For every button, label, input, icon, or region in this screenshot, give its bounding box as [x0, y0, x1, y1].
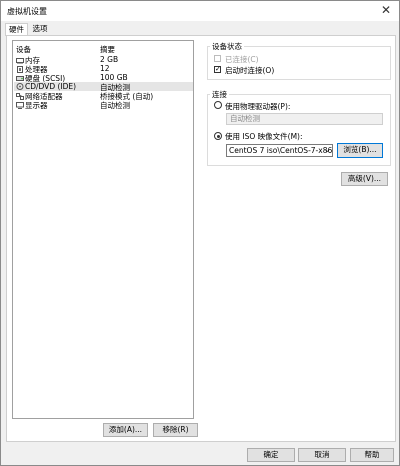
browse-button[interactable]: 浏览(B)... — [337, 143, 383, 158]
device-row-processor[interactable]: 处理器 12 — [14, 64, 193, 74]
connected-label: 已连接(C) — [225, 55, 259, 64]
network-adapter-icon — [16, 93, 24, 100]
remove-device-button[interactable]: 移除(R) — [153, 423, 198, 437]
column-device[interactable]: 设备 — [16, 44, 31, 55]
processor-icon — [16, 66, 24, 73]
device-row-memory[interactable]: 内存 2 GB — [14, 55, 193, 65]
connected-checkbox[interactable] — [214, 55, 221, 62]
cd-dvd-icon — [16, 83, 24, 90]
connection-title: 连接 — [210, 89, 229, 100]
iso-image-label: 使用 ISO 映像文件(M): — [225, 132, 303, 141]
close-button[interactable]: ✕ — [379, 3, 393, 17]
device-name: 显示器 — [25, 101, 48, 110]
device-status-title: 设备状态 — [210, 41, 244, 52]
window-title: 虚拟机设置 — [7, 7, 47, 16]
device-row-hard-disk[interactable]: 硬盘 (SCSI) 100 GB — [14, 73, 193, 83]
advanced-button[interactable]: 高级(V)... — [341, 172, 388, 186]
physical-drive-label: 使用物理驱动器(P): — [225, 102, 291, 111]
device-list-header: 设备 摘要 — [16, 44, 192, 54]
help-button[interactable]: 帮助 — [350, 448, 394, 462]
cancel-button[interactable]: 取消 — [298, 448, 346, 462]
device-summary: 12 — [100, 64, 110, 73]
device-summary: 2 GB — [100, 55, 119, 64]
device-row-display[interactable]: 显示器 自动检测 — [14, 100, 193, 110]
display-icon — [16, 102, 24, 109]
device-name: CD/DVD (IDE) — [25, 82, 77, 91]
memory-icon — [16, 57, 24, 64]
device-row-network-adapter[interactable]: 网络适配器 桥接模式 (自动) — [14, 91, 193, 101]
iso-path-value: CentOS 7 iso\CentOS-7-x86_6 — [229, 146, 333, 155]
hard-disk-icon — [16, 75, 24, 82]
iso-image-radio[interactable] — [214, 132, 222, 140]
add-device-button[interactable]: 添加(A)... — [103, 423, 148, 437]
connect-at-power-on-checkbox[interactable]: ✓ — [214, 66, 221, 73]
physical-drive-select[interactable]: 自动检测 — [226, 113, 383, 125]
ok-button[interactable]: 确定 — [247, 448, 295, 462]
physical-drive-radio[interactable] — [214, 101, 222, 109]
device-summary: 自动检测 — [100, 101, 130, 110]
connect-at-power-on-label: 启动时连接(O) — [225, 66, 275, 75]
vm-settings-window: 虚拟机设置 ✕ 硬件 选项 设备 摘要 内存 2 GB 处理器 12 硬盘 (S… — [0, 0, 400, 466]
device-row-cd-dvd[interactable]: CD/DVD (IDE) 自动检测 — [14, 82, 193, 92]
device-list[interactable]: 设备 摘要 内存 2 GB 处理器 12 硬盘 (SCSI) 100 GB CD… — [12, 40, 194, 419]
title-bar: 虚拟机设置 ✕ — [1, 1, 399, 21]
iso-path-combobox[interactable]: CentOS 7 iso\CentOS-7-x86_6 ⌄ — [226, 144, 333, 157]
device-summary: 100 GB — [100, 73, 128, 82]
chevron-down-icon: ⌄ — [324, 146, 330, 154]
column-summary[interactable]: 摘要 — [100, 44, 115, 55]
